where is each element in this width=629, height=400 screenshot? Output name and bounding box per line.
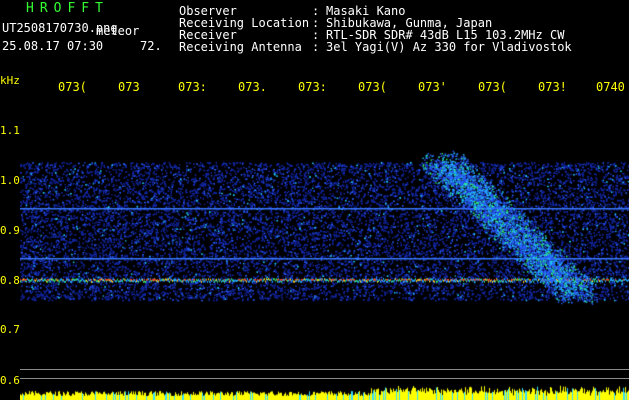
- spectrogram-waterfall: [20, 100, 629, 380]
- time-tick: 073:: [178, 80, 207, 94]
- info-value-antenna: 3el Yagi(V) Az 330 for Vladivostok: [326, 40, 572, 54]
- freq-tick: 0.6: [0, 374, 20, 387]
- time-tick: 073.: [238, 80, 267, 94]
- info-label-antenna: Receiving Antenna: [179, 40, 302, 54]
- time-tick: 073(: [358, 80, 387, 94]
- hrofft-spectrogram-window: HROFFT UT2508170730.png meteor 25.08.17 …: [0, 0, 629, 400]
- freq-tick: 1.0: [0, 174, 20, 187]
- time-tick: 073(: [478, 80, 507, 94]
- time-tick: 073': [418, 80, 447, 94]
- freq-tick: 0.9: [0, 224, 20, 237]
- hrofft-logo: HROFFT: [26, 1, 109, 16]
- time-tick: 073: [118, 80, 140, 94]
- noise-baseline: [20, 369, 629, 370]
- freq-tick: 0.7: [0, 323, 20, 336]
- meteor-count: 72.: [140, 39, 162, 53]
- time-tick: 073:: [298, 80, 327, 94]
- time-tick: 0740: [596, 80, 625, 94]
- time-tick: 073(: [58, 80, 87, 94]
- amplitude-baseline: [20, 378, 629, 379]
- freq-unit-label: kHz: [0, 74, 20, 87]
- meteor-label: meteor: [96, 24, 140, 38]
- amplitude-strip: [20, 380, 629, 400]
- observation-datetime: 25.08.17 07:30: [2, 39, 104, 53]
- info-colon: :: [312, 40, 320, 54]
- time-tick: 073!: [538, 80, 567, 94]
- freq-tick: 1.1: [0, 124, 20, 137]
- freq-tick: 0.8: [0, 274, 20, 287]
